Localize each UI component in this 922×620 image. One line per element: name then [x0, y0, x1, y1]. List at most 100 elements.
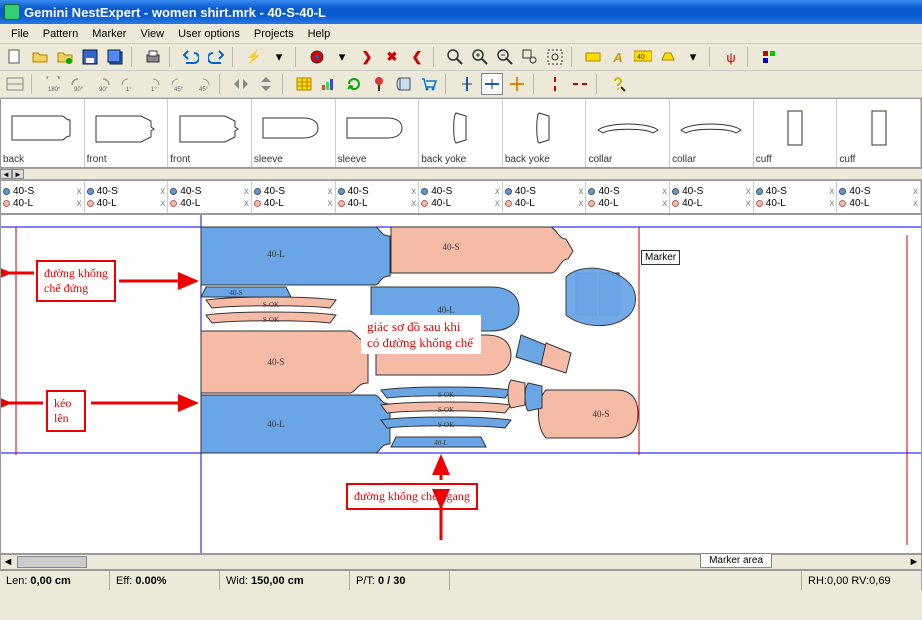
piece-collar2[interactable]: collar	[670, 99, 754, 167]
piece-front[interactable]: front	[85, 99, 169, 167]
rotate-1l-icon[interactable]: 1°	[117, 73, 139, 95]
horizontal-scrollbar[interactable]: ◄ ►	[0, 554, 922, 570]
save-all-button[interactable]	[104, 46, 126, 68]
separator	[232, 47, 238, 67]
svg-text:1°: 1°	[151, 87, 157, 92]
flip-h-icon[interactable]	[230, 73, 252, 95]
piece-cuff2[interactable]: cuff	[837, 99, 921, 167]
zoom-extent-icon[interactable]	[544, 46, 566, 68]
size-cell[interactable]: 40-Sx40-Lx	[85, 181, 169, 213]
iron-icon[interactable]	[657, 46, 679, 68]
piece-collar[interactable]: collar	[586, 99, 670, 167]
size-cell[interactable]: 40-Sx40-Lx	[252, 181, 336, 213]
help-icon[interactable]	[607, 73, 629, 95]
separator	[596, 74, 602, 94]
separator	[747, 47, 753, 67]
save-button[interactable]	[79, 46, 101, 68]
rotate-1r-icon[interactable]: 1°	[142, 73, 164, 95]
pieces-strip: back front front sleeve sleeve back yoke…	[0, 98, 922, 168]
menu-pattern[interactable]: Pattern	[36, 26, 85, 42]
rotate-45r-icon[interactable]: 45°	[192, 73, 214, 95]
rotate-45l-icon[interactable]: 45°	[167, 73, 189, 95]
piece-backyoke[interactable]: back yoke	[419, 99, 503, 167]
layout-icon[interactable]	[4, 73, 26, 95]
dropdown-icon[interactable]: ▾	[268, 46, 290, 68]
properties-icon[interactable]	[758, 46, 780, 68]
window-title: Gemini NestExpert - women shirt.mrk - 40…	[24, 5, 326, 20]
menu-file[interactable]: File	[4, 26, 36, 42]
gap-h-icon[interactable]	[569, 73, 591, 95]
piece-back[interactable]: back	[1, 99, 85, 167]
redo-button[interactable]	[205, 46, 227, 68]
cart-icon[interactable]	[418, 73, 440, 95]
menu-user-options[interactable]: User options	[171, 26, 247, 42]
dropdown3-icon[interactable]: ▾	[682, 46, 704, 68]
marker-area-tab[interactable]: Marker area	[700, 553, 772, 568]
flip-v-icon[interactable]	[255, 73, 277, 95]
align-v-icon[interactable]	[456, 73, 478, 95]
piece-backyoke2[interactable]: back yoke	[503, 99, 587, 167]
size-cell[interactable]: 40-Sx40-Lx	[837, 181, 921, 213]
size-cell[interactable]: 40-Sx40-Lx	[754, 181, 838, 213]
size-cell[interactable]: 40-Sx40-Lx	[336, 181, 420, 213]
rotate-90r-icon[interactable]: 90°	[92, 73, 114, 95]
open2-button[interactable]	[54, 46, 76, 68]
rotate-180-icon[interactable]: 180°	[42, 73, 64, 95]
size-label-icon[interactable]: 40	[632, 46, 654, 68]
text-icon[interactable]: A	[607, 46, 629, 68]
refresh-icon[interactable]	[343, 73, 365, 95]
menu-help[interactable]: Help	[301, 26, 338, 42]
align-h-icon[interactable]	[481, 73, 503, 95]
separator	[571, 47, 577, 67]
dropdown2-icon[interactable]: ▾	[331, 46, 353, 68]
rotate-90l-icon[interactable]: 90°	[67, 73, 89, 95]
menu-marker[interactable]: Marker	[85, 26, 133, 42]
size-cell[interactable]: 40-Sx40-Lx	[168, 181, 252, 213]
svg-text:40: 40	[637, 54, 645, 61]
collapse-left-icon[interactable]: ❯	[356, 46, 378, 68]
size-cell[interactable]: 40-Sx40-Lx	[1, 181, 85, 213]
separator	[169, 47, 175, 67]
graph-icon[interactable]	[318, 73, 340, 95]
svg-text:45°: 45°	[174, 87, 184, 92]
undo-button[interactable]	[180, 46, 202, 68]
svg-text:180°: 180°	[48, 87, 61, 92]
status-bar: Len:0,00 cm Eff:0.00% Wid:150,00 cm P/T:…	[0, 570, 922, 590]
sizes-strip: /*generated below via template repetitio…	[0, 180, 922, 214]
size-cell[interactable]: 40-Sx40-Lx	[419, 181, 503, 213]
new-button[interactable]	[4, 46, 26, 68]
separator	[433, 47, 439, 67]
grid-icon[interactable]	[293, 73, 315, 95]
marker-canvas[interactable]: 40-L 40-S 40-S S-OK S-OK 40-S 40-L 40-L	[0, 214, 922, 554]
piece-cuff[interactable]: cuff	[754, 99, 838, 167]
separator	[31, 74, 37, 94]
piece-sleeve[interactable]: sleeve	[252, 99, 336, 167]
bolt-icon[interactable]: ⚡	[243, 46, 265, 68]
label-icon[interactable]	[582, 46, 604, 68]
close-icon[interactable]: ✖	[381, 46, 403, 68]
piece-front2[interactable]: front	[168, 99, 252, 167]
zoom-window-icon[interactable]	[519, 46, 541, 68]
zoom-fit-icon[interactable]	[444, 46, 466, 68]
print-button[interactable]	[142, 46, 164, 68]
svg-text:90°: 90°	[74, 87, 84, 92]
tool-icon[interactable]: ψ	[720, 46, 742, 68]
pin-icon[interactable]	[368, 73, 390, 95]
roll-icon[interactable]	[393, 73, 415, 95]
size-cell[interactable]: 40-Sx40-Lx	[670, 181, 754, 213]
zoom-out-icon[interactable]	[494, 46, 516, 68]
app-icon	[4, 4, 20, 20]
record-icon[interactable]	[306, 46, 328, 68]
gap-v-icon[interactable]	[544, 73, 566, 95]
size-cell[interactable]: 40-Sx40-Lx	[586, 181, 670, 213]
menu-view[interactable]: View	[133, 26, 171, 42]
open-button[interactable]	[29, 46, 51, 68]
zoom-in-icon[interactable]	[469, 46, 491, 68]
piece-sleeve2[interactable]: sleeve	[336, 99, 420, 167]
menu-projects[interactable]: Projects	[247, 26, 301, 42]
collapse-right-icon[interactable]: ❮	[406, 46, 428, 68]
pieces-scrollbar[interactable]: ◄►	[0, 168, 922, 180]
align-both-icon[interactable]	[506, 73, 528, 95]
size-cell[interactable]: 40-Sx40-Lx	[503, 181, 587, 213]
toolbar-secondary: 180° 90° 90° 1° 1° 45° 45°	[0, 71, 922, 98]
